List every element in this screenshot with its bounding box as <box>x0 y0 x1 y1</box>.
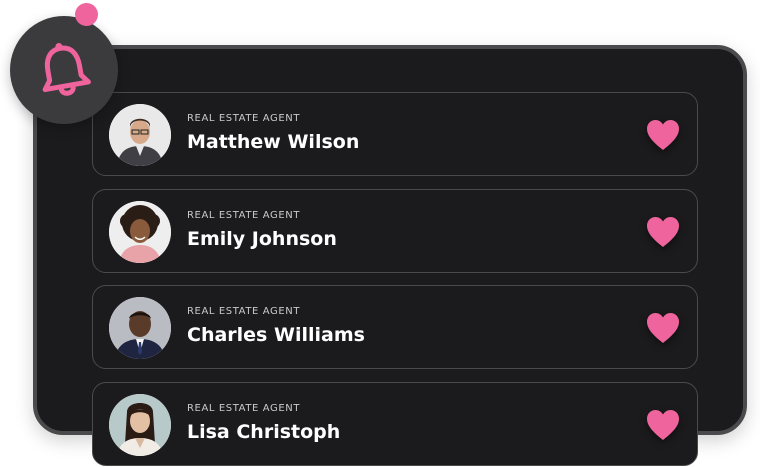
agent-card[interactable]: REAL ESTATE AGENT Charles Williams <box>92 285 698 369</box>
agent-card[interactable]: REAL ESTATE AGENT Lisa Christoph <box>92 382 698 466</box>
heart-icon[interactable] <box>645 408 681 442</box>
heart-icon[interactable] <box>645 215 681 249</box>
agent-name: Lisa Christoph <box>187 421 341 443</box>
avatar <box>109 297 171 359</box>
agent-role: REAL ESTATE AGENT <box>187 210 301 221</box>
bell-icon <box>42 43 91 96</box>
agent-card[interactable]: REAL ESTATE AGENT Emily Johnson <box>92 189 698 273</box>
agent-role: REAL ESTATE AGENT <box>187 306 301 317</box>
avatar <box>109 201 171 263</box>
agent-role: REAL ESTATE AGENT <box>187 403 301 414</box>
agent-card[interactable]: REAL ESTATE AGENT Matthew Wilson <box>92 92 698 176</box>
heart-icon[interactable] <box>645 118 681 152</box>
agent-name: Emily Johnson <box>187 228 337 250</box>
avatar <box>109 394 171 456</box>
notification-button[interactable] <box>10 16 118 124</box>
agent-name: Matthew Wilson <box>187 131 360 153</box>
avatar <box>109 104 171 166</box>
heart-icon[interactable] <box>645 311 681 345</box>
notification-dot <box>75 3 98 26</box>
agent-name: Charles Williams <box>187 324 365 346</box>
agent-role: REAL ESTATE AGENT <box>187 113 301 124</box>
